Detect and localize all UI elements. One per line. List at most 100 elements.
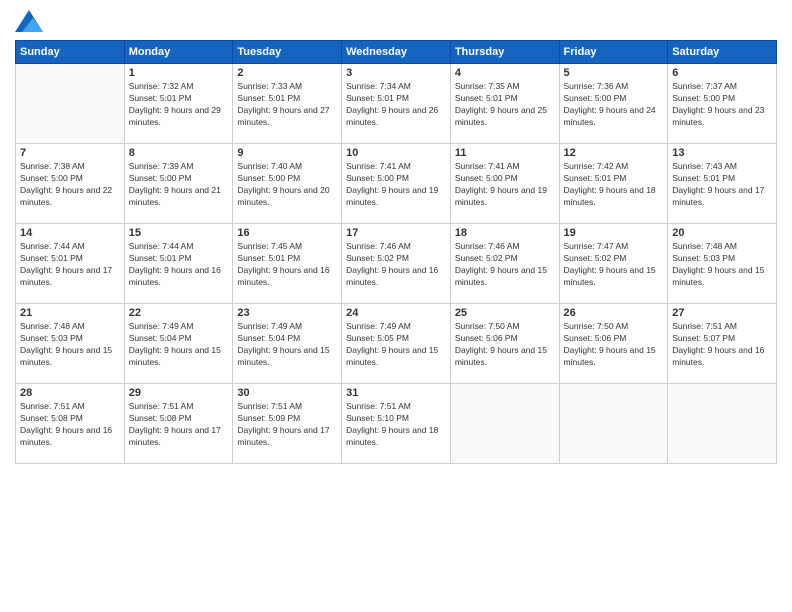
- calendar-cell: [559, 384, 668, 464]
- day-number: 29: [129, 387, 229, 399]
- day-info: Sunrise: 7:43 AMSunset: 5:01 PMDaylight:…: [672, 161, 772, 209]
- calendar-cell: 14 Sunrise: 7:44 AMSunset: 5:01 PMDayligh…: [16, 224, 125, 304]
- day-info: Sunrise: 7:42 AMSunset: 5:01 PMDaylight:…: [564, 161, 664, 209]
- calendar-cell: 11 Sunrise: 7:41 AMSunset: 5:00 PMDayligh…: [450, 144, 559, 224]
- weekday-header: Thursday: [450, 41, 559, 64]
- day-info: Sunrise: 7:51 AMSunset: 5:09 PMDaylight:…: [237, 401, 337, 449]
- calendar-week-row: 21 Sunrise: 7:48 AMSunset: 5:03 PMDayligh…: [16, 304, 777, 384]
- calendar-cell: [450, 384, 559, 464]
- day-info: Sunrise: 7:50 AMSunset: 5:06 PMDaylight:…: [564, 321, 664, 369]
- day-number: 14: [20, 227, 120, 239]
- calendar-cell: 27Sunrise: 7:51 AMSunset: 5:07 PMDayligh…: [668, 304, 777, 384]
- logo: [15, 10, 47, 32]
- day-number: 5: [564, 67, 664, 79]
- calendar-cell: 18 Sunrise: 7:46 AMSunset: 5:02 PMDayligh…: [450, 224, 559, 304]
- calendar-cell: 20Sunrise: 7:48 AMSunset: 5:03 PMDayligh…: [668, 224, 777, 304]
- day-number: 28: [20, 387, 120, 399]
- day-info: Sunrise: 7:51 AMSunset: 5:08 PMDaylight:…: [129, 401, 229, 449]
- calendar-cell: [16, 64, 125, 144]
- calendar-cell: 7 Sunrise: 7:38 AMSunset: 5:00 PMDaylight…: [16, 144, 125, 224]
- calendar-week-row: 28 Sunrise: 7:51 AMSunset: 5:08 PMDayligh…: [16, 384, 777, 464]
- day-number: 10: [346, 147, 446, 159]
- calendar-cell: 8 Sunrise: 7:39 AMSunset: 5:00 PMDaylight…: [124, 144, 233, 224]
- day-info: Sunrise: 7:36 AMSunset: 5:00 PMDaylight:…: [564, 81, 664, 129]
- day-info: Sunrise: 7:41 AMSunset: 5:00 PMDaylight:…: [455, 161, 555, 209]
- calendar-cell: 23Sunrise: 7:49 AMSunset: 5:04 PMDayligh…: [233, 304, 342, 384]
- day-info: Sunrise: 7:35 AMSunset: 5:01 PMDaylight:…: [455, 81, 555, 129]
- calendar-cell: 15 Sunrise: 7:44 AMSunset: 5:01 PMDayligh…: [124, 224, 233, 304]
- day-info: Sunrise: 7:51 AMSunset: 5:08 PMDaylight:…: [20, 401, 120, 449]
- day-info: Sunrise: 7:32 AMSunset: 5:01 PMDaylight:…: [129, 81, 229, 129]
- calendar-cell: 29 Sunrise: 7:51 AMSunset: 5:08 PMDayligh…: [124, 384, 233, 464]
- calendar-cell: 12Sunrise: 7:42 AMSunset: 5:01 PMDayligh…: [559, 144, 668, 224]
- calendar-cell: 3 Sunrise: 7:34 AMSunset: 5:01 PMDaylight…: [342, 64, 451, 144]
- day-number: 9: [237, 147, 337, 159]
- day-info: Sunrise: 7:47 AMSunset: 5:02 PMDaylight:…: [564, 241, 664, 289]
- day-info: Sunrise: 7:46 AMSunset: 5:02 PMDaylight:…: [346, 241, 446, 289]
- day-info: Sunrise: 7:33 AMSunset: 5:01 PMDaylight:…: [237, 81, 337, 129]
- calendar-cell: 25 Sunrise: 7:50 AMSunset: 5:06 PMDayligh…: [450, 304, 559, 384]
- day-number: 11: [455, 147, 555, 159]
- day-number: 6: [672, 67, 772, 79]
- day-number: 1: [129, 67, 229, 79]
- day-number: 25: [455, 307, 555, 319]
- calendar-cell: 6 Sunrise: 7:37 AMSunset: 5:00 PMDaylight…: [668, 64, 777, 144]
- day-number: 3: [346, 67, 446, 79]
- day-info: Sunrise: 7:45 AMSunset: 5:01 PMDaylight:…: [237, 241, 337, 289]
- day-info: Sunrise: 7:41 AMSunset: 5:00 PMDaylight:…: [346, 161, 446, 209]
- day-info: Sunrise: 7:44 AMSunset: 5:01 PMDaylight:…: [20, 241, 120, 289]
- day-number: 31: [346, 387, 446, 399]
- day-number: 18: [455, 227, 555, 239]
- day-number: 15: [129, 227, 229, 239]
- day-number: 24: [346, 307, 446, 319]
- day-info: Sunrise: 7:39 AMSunset: 5:00 PMDaylight:…: [129, 161, 229, 209]
- calendar-week-row: 7 Sunrise: 7:38 AMSunset: 5:00 PMDaylight…: [16, 144, 777, 224]
- weekday-header-row: SundayMondayTuesdayWednesdayThursdayFrid…: [16, 41, 777, 64]
- calendar-cell: 24 Sunrise: 7:49 AMSunset: 5:05 PMDayligh…: [342, 304, 451, 384]
- day-number: 26: [564, 307, 664, 319]
- calendar-cell: 2 Sunrise: 7:33 AMSunset: 5:01 PMDaylight…: [233, 64, 342, 144]
- calendar-week-row: 1 Sunrise: 7:32 AMSunset: 5:01 PMDaylight…: [16, 64, 777, 144]
- header: [15, 10, 777, 32]
- calendar-cell: 16 Sunrise: 7:45 AMSunset: 5:01 PMDayligh…: [233, 224, 342, 304]
- calendar-cell: 13 Sunrise: 7:43 AMSunset: 5:01 PMDayligh…: [668, 144, 777, 224]
- calendar-cell: 4 Sunrise: 7:35 AMSunset: 5:01 PMDaylight…: [450, 64, 559, 144]
- calendar-cell: 1 Sunrise: 7:32 AMSunset: 5:01 PMDaylight…: [124, 64, 233, 144]
- day-number: 2: [237, 67, 337, 79]
- day-number: 16: [237, 227, 337, 239]
- day-info: Sunrise: 7:49 AMSunset: 5:05 PMDaylight:…: [346, 321, 446, 369]
- calendar-cell: 31 Sunrise: 7:51 AMSunset: 5:10 PMDayligh…: [342, 384, 451, 464]
- weekday-header: Tuesday: [233, 41, 342, 64]
- day-number: 8: [129, 147, 229, 159]
- calendar-cell: 30Sunrise: 7:51 AMSunset: 5:09 PMDayligh…: [233, 384, 342, 464]
- day-info: Sunrise: 7:49 AMSunset: 5:04 PMDaylight:…: [129, 321, 229, 369]
- day-number: 7: [20, 147, 120, 159]
- day-info: Sunrise: 7:37 AMSunset: 5:00 PMDaylight:…: [672, 81, 772, 129]
- weekday-header: Saturday: [668, 41, 777, 64]
- calendar-cell: 19Sunrise: 7:47 AMSunset: 5:02 PMDayligh…: [559, 224, 668, 304]
- calendar-cell: 26 Sunrise: 7:50 AMSunset: 5:06 PMDayligh…: [559, 304, 668, 384]
- day-info: Sunrise: 7:46 AMSunset: 5:02 PMDaylight:…: [455, 241, 555, 289]
- day-info: Sunrise: 7:51 AMSunset: 5:10 PMDaylight:…: [346, 401, 446, 449]
- weekday-header: Monday: [124, 41, 233, 64]
- day-info: Sunrise: 7:49 AMSunset: 5:04 PMDaylight:…: [237, 321, 337, 369]
- weekday-header: Friday: [559, 41, 668, 64]
- calendar-cell: 10 Sunrise: 7:41 AMSunset: 5:00 PMDayligh…: [342, 144, 451, 224]
- day-info: Sunrise: 7:50 AMSunset: 5:06 PMDaylight:…: [455, 321, 555, 369]
- calendar-page: SundayMondayTuesdayWednesdayThursdayFrid…: [0, 0, 792, 612]
- weekday-header: Wednesday: [342, 41, 451, 64]
- calendar-cell: 9Sunrise: 7:40 AMSunset: 5:00 PMDaylight…: [233, 144, 342, 224]
- day-number: 27: [672, 307, 772, 319]
- day-info: Sunrise: 7:38 AMSunset: 5:00 PMDaylight:…: [20, 161, 120, 209]
- calendar-cell: 22Sunrise: 7:49 AMSunset: 5:04 PMDayligh…: [124, 304, 233, 384]
- day-info: Sunrise: 7:34 AMSunset: 5:01 PMDaylight:…: [346, 81, 446, 129]
- day-number: 13: [672, 147, 772, 159]
- day-number: 21: [20, 307, 120, 319]
- day-number: 17: [346, 227, 446, 239]
- day-info: Sunrise: 7:48 AMSunset: 5:03 PMDaylight:…: [20, 321, 120, 369]
- logo-icon: [15, 10, 43, 32]
- calendar-table: SundayMondayTuesdayWednesdayThursdayFrid…: [15, 40, 777, 464]
- day-number: 4: [455, 67, 555, 79]
- calendar-cell: 5 Sunrise: 7:36 AMSunset: 5:00 PMDaylight…: [559, 64, 668, 144]
- day-info: Sunrise: 7:44 AMSunset: 5:01 PMDaylight:…: [129, 241, 229, 289]
